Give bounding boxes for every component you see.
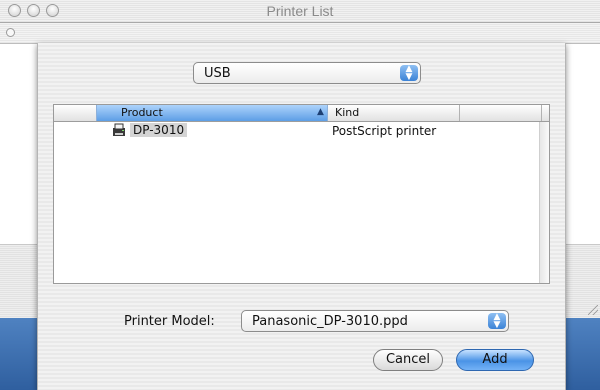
printer-model-popup[interactable]: Panasonic_DP-3010.ppd ▲ ▼ [241,310,509,332]
connection-type-popup[interactable]: USB ▲ ▼ [193,62,421,84]
resize-handle[interactable] [588,305,598,315]
printer-icon [113,123,125,136]
table-row[interactable]: DP-3010 PostScript printer [54,122,542,140]
product-cell: DP-3010 [130,123,188,137]
product-column-label: Product [121,106,163,119]
printer-table: Product ▲ Kind DP-3010 PostScript printe… [53,104,550,284]
popup-arrows-icon: ▲ ▼ [488,313,506,330]
add-printer-sheet: USB ▲ ▼ Product ▲ Kind DP-3010 PostScript… [37,43,566,390]
vertical-scrollbar[interactable] [539,122,549,283]
printer-model-label: Printer Model: [124,314,215,329]
product-column-header[interactable]: Product ▲ [96,105,328,121]
add-button[interactable]: Add [456,349,534,371]
window-title: Printer List [266,3,334,19]
cancel-button[interactable]: Cancel [373,349,443,371]
popup-arrows-icon: ▲ ▼ [400,65,418,82]
status-icon [6,28,15,37]
kind-column-header[interactable]: Kind [335,106,359,119]
printer-model-value: Panasonic_DP-3010.ppd [252,314,408,329]
sort-ascending-icon: ▲ [317,107,324,117]
window-titlebar: Printer List [0,0,600,23]
column-divider [541,105,542,121]
column-divider [459,105,460,121]
kind-cell: PostScript printer [332,124,437,138]
toolbar [0,23,600,44]
connection-type-value: USB [204,66,231,81]
table-header: Product ▲ Kind [54,105,549,122]
